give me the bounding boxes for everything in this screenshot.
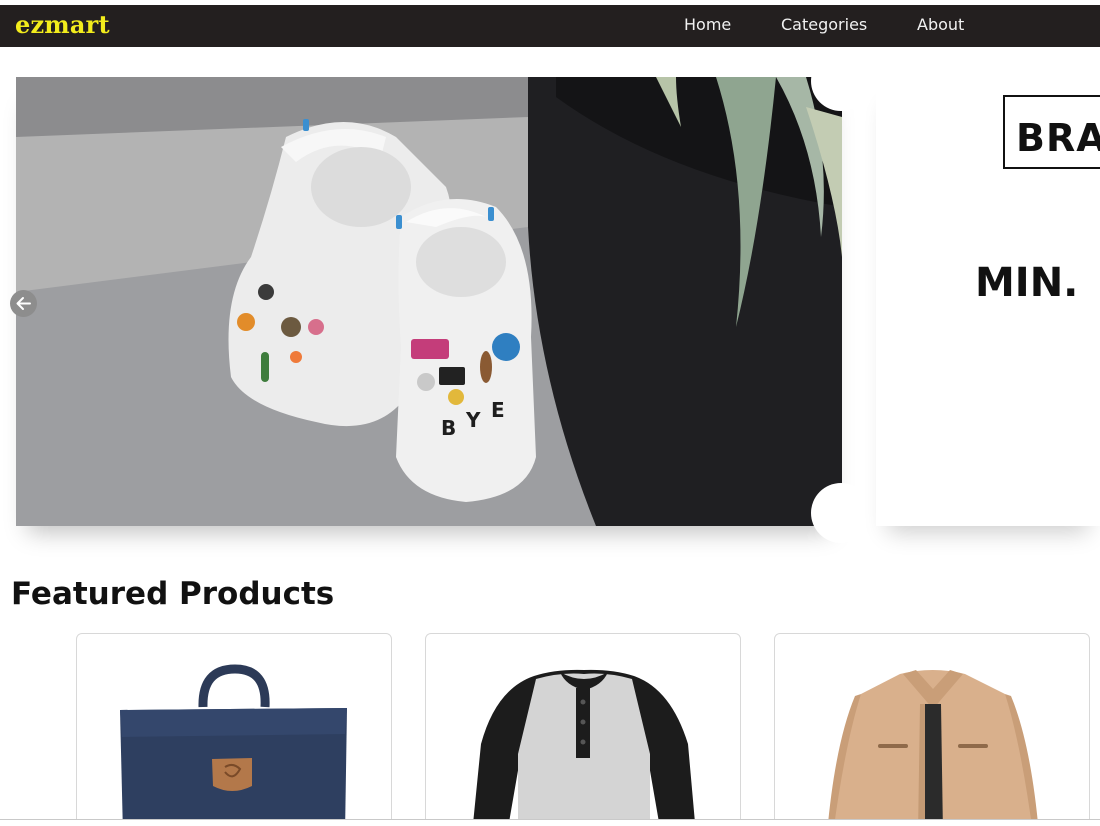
featured-products-heading: Featured Products xyxy=(11,576,335,612)
jacket-image xyxy=(827,670,1039,826)
page-bottom-edge xyxy=(0,819,1100,826)
slide-notch-bottom xyxy=(811,483,871,543)
henley-shirt-image xyxy=(472,669,696,826)
product-card-jacket[interactable] xyxy=(774,633,1090,826)
slide-notch-top xyxy=(811,51,871,111)
slide-brand-text: BRA xyxy=(1016,116,1100,160)
carousel-prev-button[interactable] xyxy=(10,290,37,317)
brand-logo[interactable]: ezmart xyxy=(15,10,110,39)
svg-text:B: B xyxy=(441,416,456,440)
navbar: ezmart Home Categories About xyxy=(0,5,1100,47)
slide-min-text: MIN. xyxy=(975,260,1079,306)
product-card-henley-shirt[interactable] xyxy=(425,633,741,826)
clogs-photo: B Y E xyxy=(16,77,842,526)
product-card-backpack[interactable] xyxy=(76,633,392,826)
hero-slide-clogs[interactable]: B Y E xyxy=(16,77,842,526)
svg-text:Y: Y xyxy=(465,408,481,432)
nav-about-link[interactable]: About xyxy=(917,15,964,34)
arrow-left-icon xyxy=(16,297,31,310)
svg-text:E: E xyxy=(491,398,505,422)
backpack-image xyxy=(120,664,347,826)
nav-categories-link[interactable]: Categories xyxy=(781,15,867,34)
slide-brand-frame xyxy=(1003,95,1100,169)
hero-slide-brand[interactable] xyxy=(876,77,1100,526)
nav-home-link[interactable]: Home xyxy=(684,15,731,34)
hero-carousel: B Y E xyxy=(16,51,1100,543)
